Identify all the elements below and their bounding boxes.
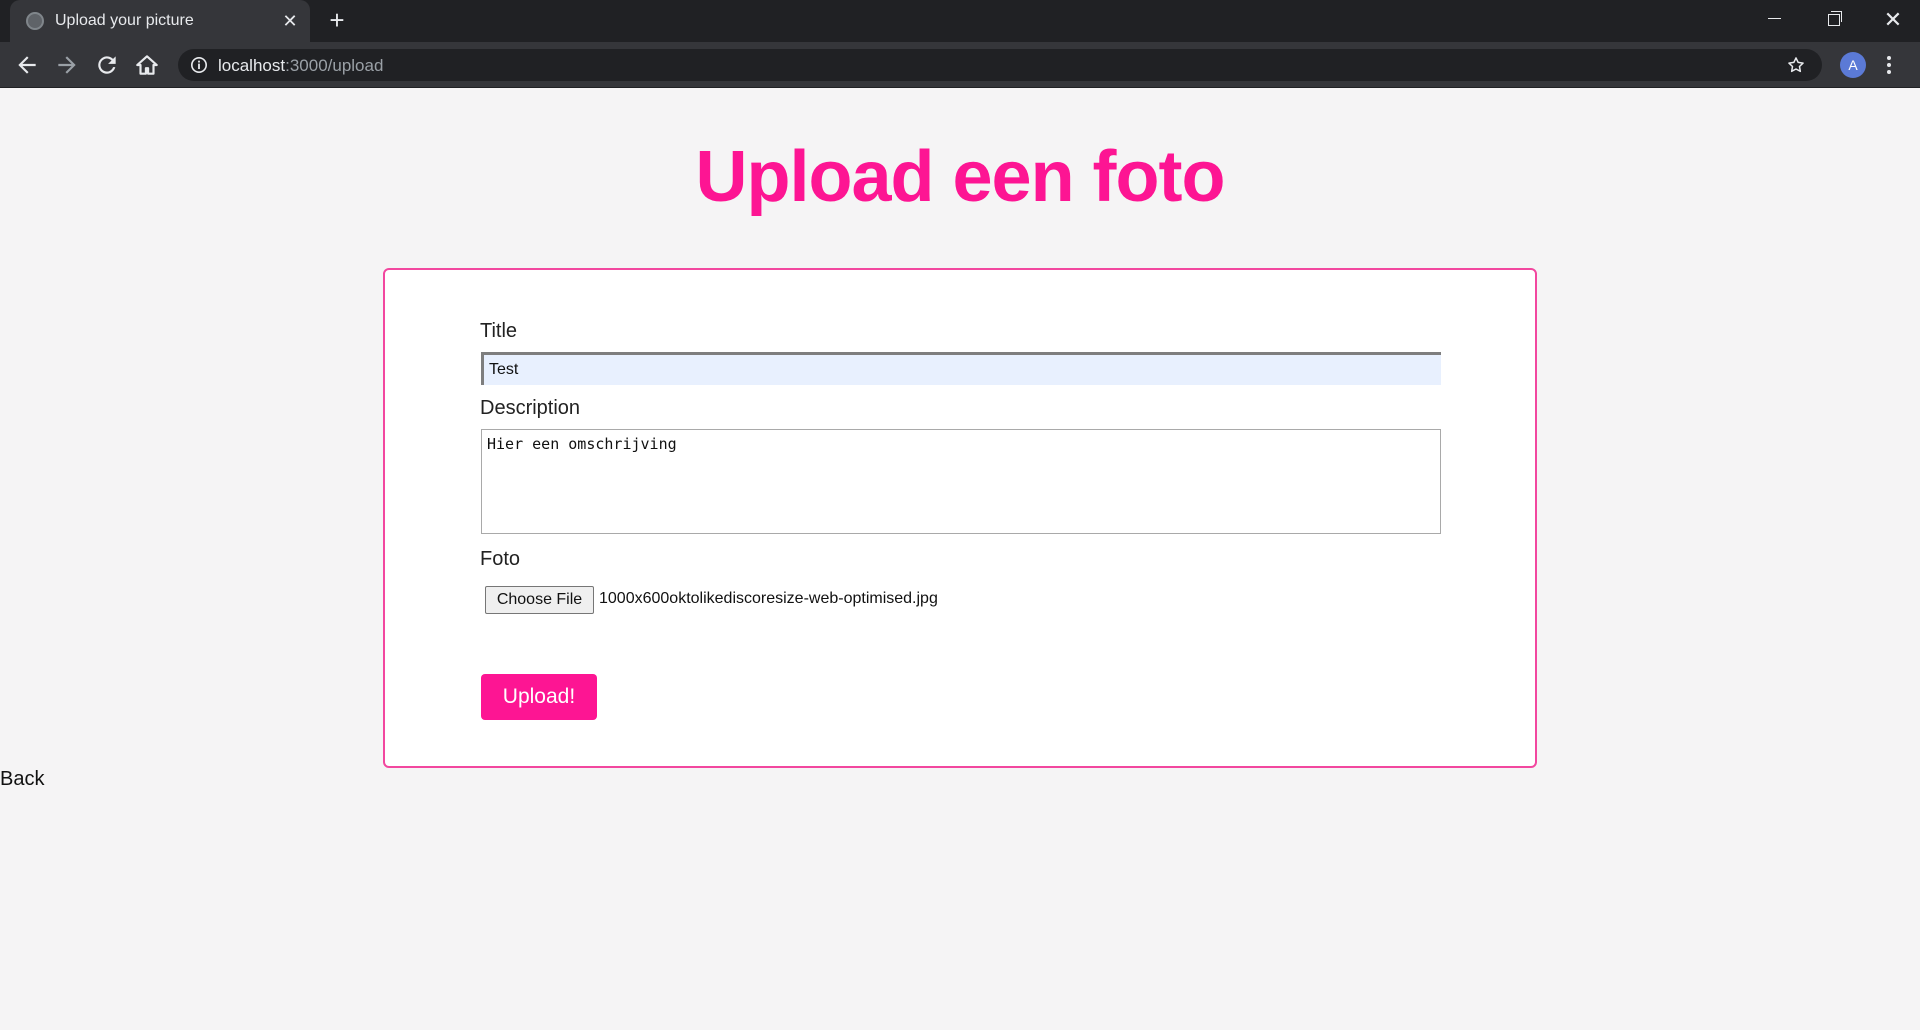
page-title: Upload een foto [695, 137, 1226, 217]
description-label: Description [480, 397, 581, 419]
info-icon[interactable] [190, 56, 208, 74]
choose-file-button[interactable]: Choose File [485, 586, 594, 614]
back-arrow-icon[interactable] [14, 52, 40, 78]
forward-arrow-icon[interactable] [54, 52, 80, 78]
url-host: localhost [218, 56, 286, 75]
profile-avatar[interactable]: A [1840, 52, 1866, 78]
url-path: :3000/upload [285, 56, 384, 75]
url-text[interactable]: localhost:3000/upload [218, 56, 383, 76]
tab-title: Upload your picture [55, 12, 194, 29]
browser-tab[interactable]: Upload your picture ✕ [10, 0, 310, 42]
title-label: Title [480, 320, 518, 342]
address-bar[interactable]: localhost:3000/upload [178, 49, 1822, 81]
minimize-icon[interactable] [1760, 6, 1790, 34]
foto-label: Foto [480, 548, 521, 570]
tab-close-icon[interactable]: ✕ [280, 10, 300, 32]
browser-toolbar: localhost:3000/upload A [0, 42, 1920, 88]
browser-tabstrip: Upload your picture ✕ + ✕ [0, 0, 1920, 42]
home-icon[interactable] [134, 52, 160, 78]
kebab-menu-icon[interactable] [1882, 52, 1896, 78]
maximize-icon[interactable] [1819, 6, 1849, 34]
reload-icon[interactable] [94, 52, 120, 78]
close-window-icon[interactable]: ✕ [1878, 6, 1908, 34]
star-icon[interactable] [1786, 55, 1806, 75]
title-input[interactable] [481, 352, 1441, 385]
back-link[interactable]: Back [0, 768, 44, 791]
upload-button[interactable]: Upload! [481, 674, 597, 720]
description-textarea[interactable]: Hier een omschrijving [481, 429, 1441, 534]
upload-form: Title Description Hier een omschrijving … [383, 268, 1537, 768]
selected-file-name: 1000x600oktolikediscoresize-web-optimise… [599, 590, 938, 607]
new-tab-button[interactable]: + [325, 7, 349, 33]
globe-icon [26, 12, 44, 30]
